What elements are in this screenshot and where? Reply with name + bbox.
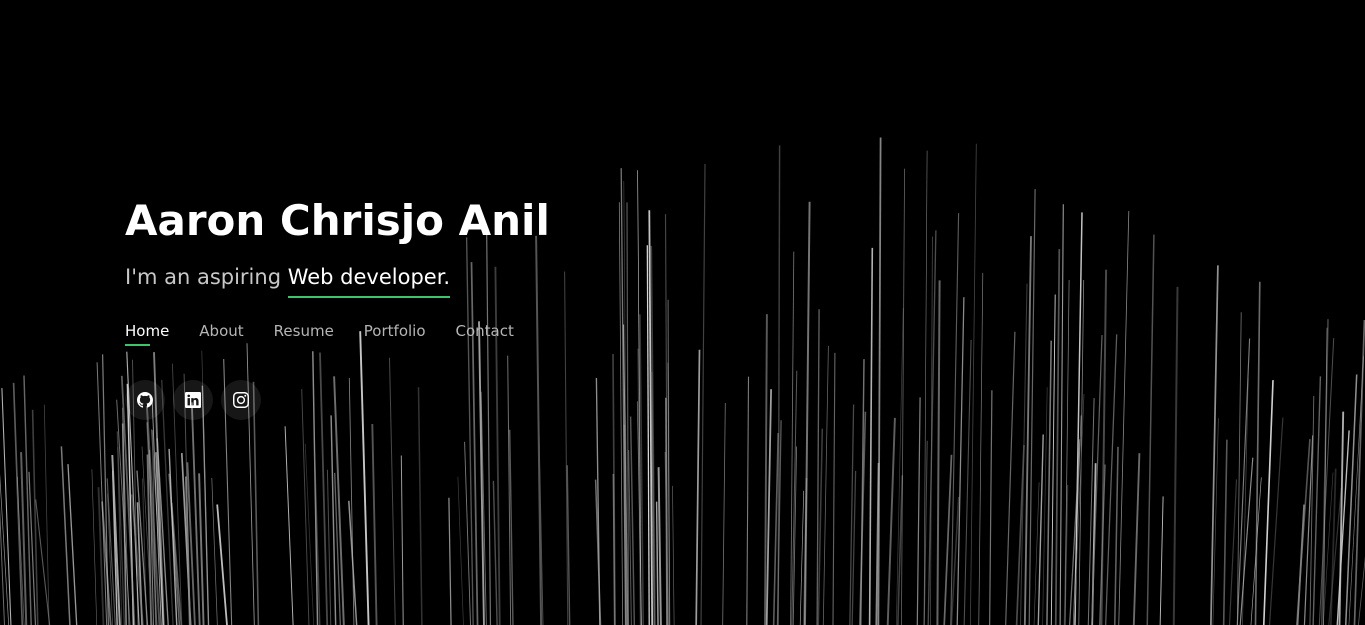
- rain-line: [1254, 281, 1261, 625]
- rain-line: [956, 297, 965, 625]
- rain-line: [777, 145, 781, 625]
- hero-tagline: I'm an aspiring Web developer.: [125, 262, 550, 298]
- linkedin-link[interactable]: [173, 380, 213, 420]
- rain-line: [655, 501, 659, 625]
- rain-line: [764, 314, 768, 625]
- rain-line: [400, 455, 404, 625]
- rain-line: [877, 137, 882, 625]
- rain-line: [943, 454, 953, 625]
- nav-about[interactable]: About: [199, 322, 243, 346]
- rain-line: [832, 352, 836, 625]
- rain-line: [803, 201, 811, 625]
- nav-contact[interactable]: Contact: [456, 322, 514, 346]
- rain-line: [695, 349, 701, 625]
- rain-line: [371, 423, 378, 625]
- rain-line: [1042, 387, 1048, 625]
- rain-line: [1046, 340, 1052, 625]
- rain-line: [868, 247, 874, 625]
- rain-line: [1059, 204, 1064, 625]
- main-nav: Home About Resume Portfolio Contact: [125, 322, 550, 346]
- rain-line: [211, 477, 218, 625]
- hero-content: Aaron Chrisjo Anil I'm an aspiring Web d…: [125, 192, 550, 420]
- github-icon: [137, 392, 153, 408]
- rain-line: [12, 382, 24, 625]
- rain-line: [1159, 496, 1164, 625]
- instagram-link[interactable]: [221, 380, 261, 420]
- rain-line: [417, 387, 423, 625]
- rain-line: [1330, 468, 1337, 625]
- linkedin-icon: [185, 392, 201, 408]
- rain-line: [1146, 234, 1155, 625]
- rain-line: [1015, 444, 1025, 625]
- rain-line: [492, 480, 498, 625]
- rain-line: [989, 390, 993, 625]
- rain-line: [1172, 286, 1179, 625]
- tagline-typed-role: Web developer.: [287, 262, 451, 298]
- rain-line: [448, 497, 452, 625]
- rain-line: [1338, 411, 1345, 625]
- rain-line: [969, 143, 977, 625]
- rain-line: [1037, 434, 1044, 625]
- rain-line: [886, 417, 896, 625]
- nav-home[interactable]: Home: [125, 322, 169, 346]
- rain-line: [1063, 484, 1069, 625]
- rain-line: [963, 339, 972, 625]
- rain-line: [612, 353, 616, 625]
- rain-line: [1118, 210, 1130, 625]
- rain-line: [1309, 395, 1315, 625]
- rain-line: [1222, 439, 1228, 625]
- nav-portfolio[interactable]: Portfolio: [364, 322, 426, 346]
- rain-line: [916, 397, 921, 625]
- instagram-icon: [233, 392, 249, 408]
- rain-line: [657, 467, 662, 625]
- rain-line: [1228, 479, 1238, 625]
- hero-section: Aaron Chrisjo Anil I'm an aspiring Web d…: [0, 0, 1365, 625]
- hero-name: Aaron Chrisjo Anil: [125, 196, 550, 245]
- rain-line: [457, 476, 464, 625]
- rain-line: [330, 415, 337, 625]
- rain-line: [1132, 453, 1141, 625]
- rain-line: [900, 168, 906, 625]
- rain-line: [1054, 249, 1061, 625]
- nav-resume[interactable]: Resume: [274, 322, 334, 346]
- rain-line: [822, 345, 829, 625]
- rain-line: [326, 469, 332, 625]
- rain-line: [198, 473, 205, 625]
- rain-line: [43, 404, 50, 625]
- tagline-prefix: I'm an aspiring: [125, 265, 288, 289]
- rain-line: [978, 272, 984, 625]
- rain-line: [91, 469, 98, 625]
- rain-line: [60, 446, 71, 625]
- rain-line: [700, 163, 706, 625]
- rain-line: [936, 280, 941, 625]
- rain-line: [1091, 334, 1103, 625]
- github-link[interactable]: [125, 380, 165, 420]
- rain-line: [646, 245, 650, 625]
- rain-line: [1114, 446, 1119, 625]
- rain-line: [284, 426, 294, 625]
- social-links: [125, 380, 550, 420]
- rain-line: [216, 504, 228, 625]
- rain-line: [722, 402, 726, 625]
- rain-line: [799, 490, 805, 625]
- rain-line: [1296, 504, 1305, 625]
- rain-line: [564, 271, 569, 625]
- rain-line: [746, 376, 750, 625]
- rain-line: [1005, 331, 1016, 625]
- rain-line: [672, 485, 675, 625]
